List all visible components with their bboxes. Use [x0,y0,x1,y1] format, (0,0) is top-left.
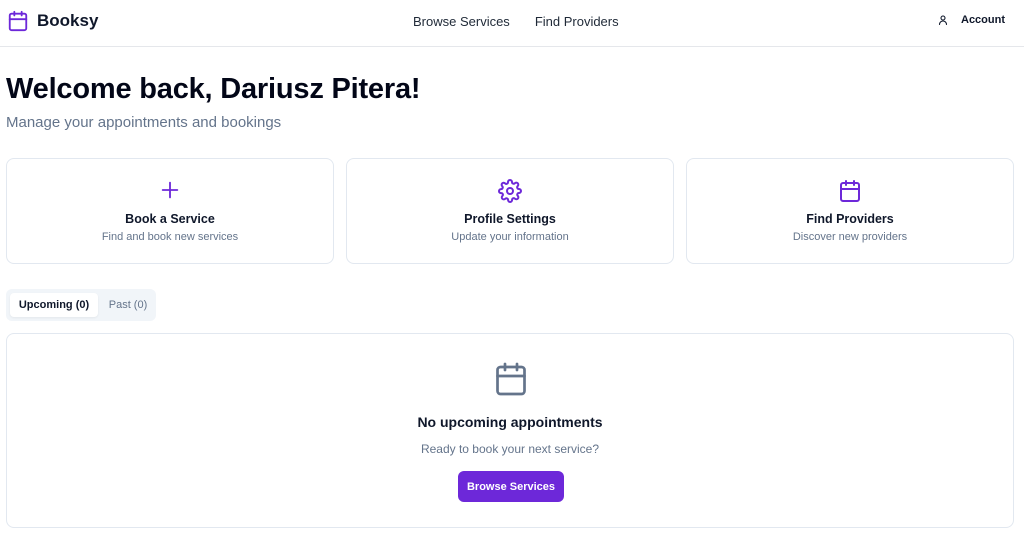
calendar-icon [838,179,862,203]
card-title: Profile Settings [464,212,556,226]
card-title: Book a Service [125,212,215,226]
calendar-icon [493,361,529,397]
profile-settings-card[interactable]: Profile Settings Update your information [346,158,674,264]
card-description: Find and book new services [101,231,239,243]
page-title: Welcome back, Dariusz Pitera! [6,73,421,105]
card-description: Update your information [451,231,569,243]
page-subtitle: Manage your appointments and bookings [6,114,282,131]
calendar-icon [7,10,29,32]
gear-icon [498,179,522,203]
tab-past[interactable]: Past (0) [102,293,154,317]
appointments-tabs: Upcoming (0) Past (0) [6,289,156,321]
brand-logo[interactable]: Booksy [7,10,98,32]
user-icon [937,14,949,26]
account-label: Account [961,14,1005,26]
browse-services-button[interactable]: Browse Services [458,471,564,502]
brand-name: Booksy [37,11,99,30]
appointments-panel: No upcoming appointments Ready to book y… [6,333,1014,528]
book-service-card[interactable]: Book a Service Find and book new service… [6,158,334,264]
card-description: Discover new providers [792,231,908,243]
nav-browse-services[interactable]: Browse Services [413,14,510,29]
find-providers-card[interactable]: Find Providers Discover new providers [686,158,1014,264]
top-navigation-bar: Booksy Browse Services Find Providers Ac… [0,0,1024,47]
tab-upcoming[interactable]: Upcoming (0) [10,293,98,317]
empty-state-title: No upcoming appointments [417,414,603,430]
account-button[interactable]: Account [937,14,1005,26]
nav-find-providers[interactable]: Find Providers [535,14,619,29]
main-nav: Browse Services Find Providers [413,14,619,29]
plus-icon [159,179,181,201]
card-title: Find Providers [806,212,894,226]
empty-state-description: Ready to book your next service? [420,442,600,456]
